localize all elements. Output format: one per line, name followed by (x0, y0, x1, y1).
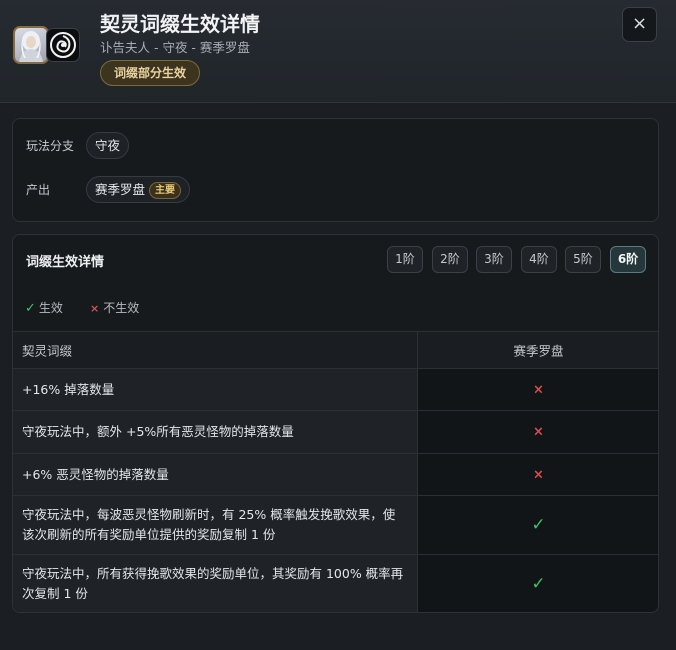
col-header-affix: 契灵词缀 (22, 343, 73, 359)
header: 契灵词缀生效详情 讣告夫人 - 守夜 - 赛季罗盘 词缀部分生效 × (0, 0, 676, 103)
swirl-emblem-icon (46, 28, 80, 62)
affix-detail-card: 词缀生效详情 1阶 2阶 3阶 4阶 5阶 6阶 ✓ 生效 × 不生效 契灵词缀 赛… (12, 234, 659, 613)
cross-icon: × (533, 382, 544, 397)
legend-effective-label: 生效 (38, 301, 63, 315)
affix-text: +6% 恶灵怪物的掉落数量 (22, 466, 169, 482)
check-icon: ✓ (25, 301, 36, 316)
check-icon: ✓ (531, 515, 546, 535)
table-row: 守夜玩法中，额外 +5%所有恶灵怪物的掉落数量 × (13, 410, 658, 453)
primary-tag: 主要 (149, 182, 182, 199)
check-icon: ✓ (531, 574, 546, 594)
affix-text: 守夜玩法中，每波恶灵怪物刷新时，有 25% 概率触发挽歌效果，使该次刷新的所有奖… (22, 507, 396, 542)
cross-icon: × (90, 302, 100, 315)
table-row: 守夜玩法中，所有获得挽歌效果的奖励单位，其奖励有 100% 概率再次复制 1 份… (13, 554, 658, 612)
output-value: 赛季罗盘 (95, 182, 146, 197)
close-icon: × (631, 13, 648, 34)
section-title: 词缀生效详情 (26, 255, 105, 270)
table-row: 守夜玩法中，每波恶灵怪物刷新时，有 25% 概率触发挽歌效果，使该次刷新的所有奖… (13, 495, 658, 554)
close-button[interactable]: × (622, 7, 657, 42)
page-title: 契灵词缀生效详情 (100, 12, 260, 36)
character-portrait-icon (19, 31, 43, 62)
table-row: +16% 掉落数量 × (13, 368, 658, 410)
branch-label: 玩法分支 (26, 139, 75, 153)
tier-tab-2[interactable]: 2阶 (432, 246, 468, 273)
output-chip: 赛季罗盘 主要 (86, 176, 191, 203)
table-row: +6% 恶灵怪物的掉落数量 × (13, 453, 658, 495)
character-avatar (13, 26, 49, 64)
output-label: 产出 (26, 183, 51, 197)
affix-text: 守夜玩法中，所有获得挽歌效果的奖励单位，其奖励有 100% 概率再次复制 1 份 (22, 566, 404, 601)
branch-chip: 守夜 (86, 132, 130, 159)
tier-tab-1[interactable]: 1阶 (387, 246, 423, 273)
col-header-output: 赛季罗盘 (513, 343, 564, 359)
cross-icon: × (533, 467, 544, 482)
affix-text: +16% 掉落数量 (22, 381, 115, 397)
legend-not-effective: × 不生效 (90, 299, 139, 316)
legend-not-effective-label: 不生效 (103, 301, 140, 315)
tier-tab-6[interactable]: 6阶 (610, 246, 646, 273)
cross-icon: × (533, 424, 544, 440)
legend-effective: ✓ 生效 (25, 299, 63, 316)
status-badge: 词缀部分生效 (100, 60, 201, 86)
table-header: 契灵词缀 赛季罗盘 (13, 331, 658, 368)
affix-text: 守夜玩法中，额外 +5%所有恶灵怪物的掉落数量 (22, 424, 294, 439)
tier-tab-5[interactable]: 5阶 (565, 246, 601, 273)
tier-tab-3[interactable]: 3阶 (476, 246, 512, 273)
tier-tab-4[interactable]: 4阶 (521, 246, 557, 273)
breadcrumb: 讣告夫人 - 守夜 - 赛季罗盘 (100, 40, 250, 55)
info-card: 玩法分支 守夜 产出 赛季罗盘 主要 (12, 118, 659, 222)
